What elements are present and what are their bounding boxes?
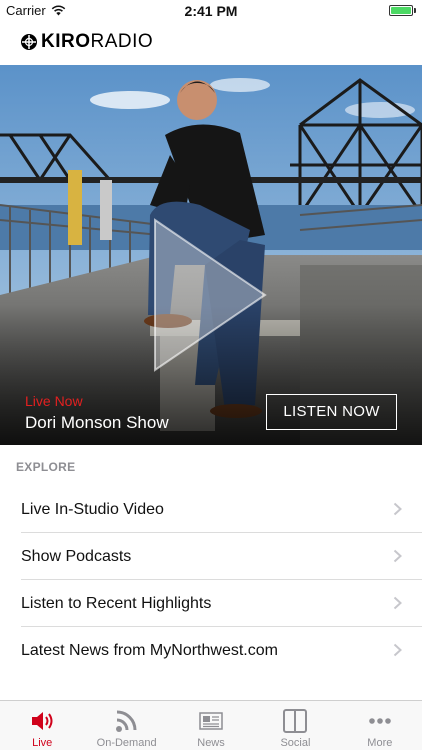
tab-more[interactable]: More <box>338 701 422 750</box>
explore-item-podcasts[interactable]: Show Podcasts <box>0 533 422 580</box>
logo-mark-icon <box>21 34 37 50</box>
play-icon[interactable] <box>150 215 270 375</box>
chevron-right-icon <box>393 643 402 657</box>
tab-label: Social <box>280 737 311 749</box>
logo-text-bold: KIRO <box>41 31 91 52</box>
battery-icon <box>389 5 413 16</box>
explore-item-label: Show Podcasts <box>21 548 132 565</box>
live-now-label: Live Now <box>25 393 83 409</box>
kiro-radio-logo: KIRO RADIO <box>20 31 153 53</box>
explore-list: Live In-Studio Video Show Podcasts Liste… <box>0 486 422 674</box>
hero-banner[interactable]: Live Now Dori Monson Show LISTEN NOW <box>0 65 422 445</box>
tab-on-demand[interactable]: On-Demand <box>84 701 168 750</box>
newspaper-icon <box>199 712 223 730</box>
explore-item-live-video[interactable]: Live In-Studio Video <box>0 486 422 533</box>
explore-item-highlights[interactable]: Listen to Recent Highlights <box>0 580 422 627</box>
show-title: Dori Monson Show <box>25 413 169 432</box>
tab-label: News <box>197 737 225 749</box>
logo-text-light: RADIO <box>90 31 154 52</box>
listen-now-button[interactable]: LISTEN NOW <box>266 394 397 430</box>
status-time: 2:41 PM <box>184 3 238 19</box>
explore-item-news[interactable]: Latest News from MyNorthwest.com <box>0 627 422 674</box>
status-right <box>389 5 416 16</box>
speaker-icon <box>32 712 53 730</box>
tab-label: Live <box>32 737 53 749</box>
explore-item-label: Listen to Recent Highlights <box>21 595 212 612</box>
chevron-right-icon <box>393 502 402 516</box>
chevron-right-icon <box>393 596 402 610</box>
explore-item-label: Live In-Studio Video <box>21 501 164 518</box>
tab-social[interactable]: Social <box>253 701 337 750</box>
tab-news[interactable]: News <box>169 701 253 750</box>
battery-tip <box>414 8 416 13</box>
explore-item-label: Latest News from MyNorthwest.com <box>21 642 278 659</box>
tab-live[interactable]: Live <box>0 701 84 750</box>
rss-icon <box>115 710 137 732</box>
status-bar: Carrier 2:41 PM <box>0 0 422 22</box>
tab-bar: Live On-Demand News Social More <box>0 700 422 750</box>
app-header: KIRO RADIO <box>0 22 422 65</box>
tab-label: More <box>367 737 393 749</box>
chevron-right-icon <box>393 549 402 563</box>
columns-icon <box>283 709 308 733</box>
explore-heading: EXPLORE <box>16 460 76 474</box>
more-dots-icon <box>369 718 391 724</box>
tab-label: On-Demand <box>96 737 157 749</box>
